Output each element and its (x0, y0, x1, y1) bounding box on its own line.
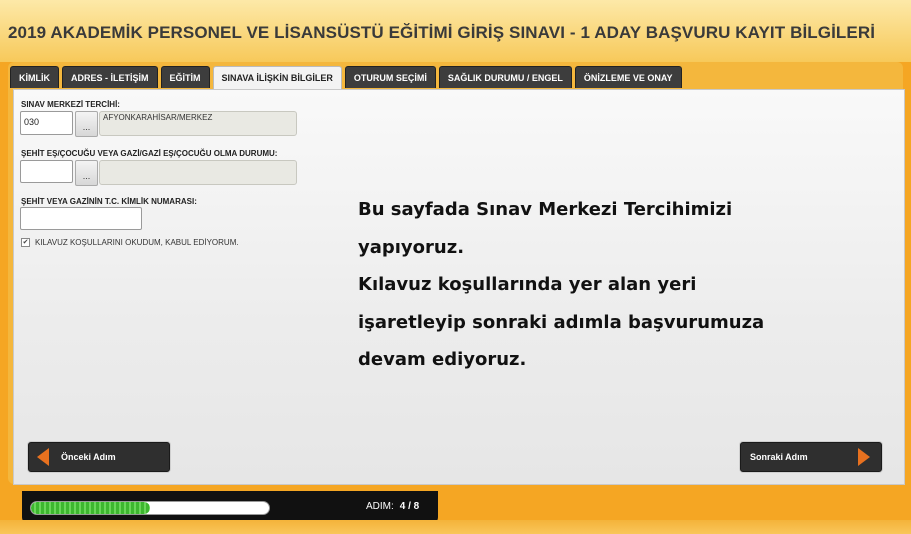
martyr-status-code-input[interactable] (20, 160, 73, 183)
exam-center-select-button[interactable]: ... (75, 111, 98, 137)
tab-bar: KİMLİK ADRES - İLETİŞİM EĞİTİM SINAVA İL… (10, 66, 685, 90)
martyr-status-display (99, 160, 297, 185)
martyr-id-label: ŞEHİT VEYA GAZİNİN T.C. KİMLİK NUMARASI: (21, 197, 197, 206)
instruction-line: yapıyoruz. (358, 236, 465, 258)
step-label: ADIM: (366, 501, 394, 512)
instruction-line: devam ediyoruz. (358, 349, 527, 370)
tab-saglik-durumu[interactable]: SAĞLIK DURUMU / ENGEL (438, 66, 572, 88)
instruction-line: Kılavuz koşullarında yer alan yeri (358, 274, 697, 295)
tab-egitim[interactable]: EĞİTİM (160, 66, 210, 88)
page-title: 2019 AKADEMİK PERSONEL VE LİSANSÜSTÜ EĞİ… (8, 23, 876, 42)
bottom-band (0, 520, 911, 534)
instruction-overlay: Bu sayfada Sınav Merkezi Tercihimizi yap… (358, 191, 764, 379)
previous-step-label: Önceki Adım (61, 452, 116, 462)
instruction-line: Bu sayfada Sınav Merkezi Tercihimizi (358, 199, 733, 220)
tab-adres-iletisim[interactable]: ADRES - İLETİŞİM (62, 66, 158, 88)
progress-fill (31, 502, 150, 514)
previous-step-button[interactable]: Önceki Adım (28, 442, 170, 472)
martyr-status-label: ŞEHİT EŞ/ÇOCUĞU VEYA GAZİ/GAZİ EŞ/ÇOCUĞU… (21, 149, 278, 158)
instruction-line: işaretleyip sonraki adımla başvurumuza (358, 311, 765, 333)
arrow-right-icon (858, 448, 870, 466)
exam-center-label: SINAV MERKEZİ TERCİHİ: (21, 100, 120, 109)
exam-center-code-input[interactable]: 030 (20, 111, 73, 135)
tab-oturum-secimi[interactable]: OTURUM SEÇİMİ (344, 66, 436, 88)
exam-center-display: AFYONKARAHİSAR/MERKEZ (99, 111, 297, 136)
guide-agreement-label: KILAVUZ KOŞULLARINI OKUDUM, KABUL EDİYOR… (35, 238, 239, 247)
tab-kimlik[interactable]: KİMLİK (10, 66, 59, 88)
progress-bar (30, 501, 270, 515)
tab-onizleme-ve-onay[interactable]: ÖNİZLEME VE ONAY (574, 66, 682, 88)
guide-agreement-checkbox[interactable]: ✔ (21, 238, 30, 247)
next-step-label: Sonraki Adım (750, 452, 808, 462)
martyr-id-input[interactable] (20, 207, 142, 230)
guide-agreement-row: ✔ KILAVUZ KOŞULLARINI OKUDUM, KABUL EDİY… (21, 238, 239, 247)
step-value: 4 / 8 (399, 501, 420, 512)
martyr-status-select-button[interactable]: ... (75, 160, 98, 186)
tab-sinava-iliskin-bilgiler[interactable]: SINAVA İLİŞKİN BİLGİLER (212, 66, 342, 90)
next-step-button[interactable]: Sonraki Adım (740, 442, 882, 472)
arrow-left-icon (37, 448, 49, 466)
step-indicator: ADIM: 4 / 8 (366, 501, 419, 512)
